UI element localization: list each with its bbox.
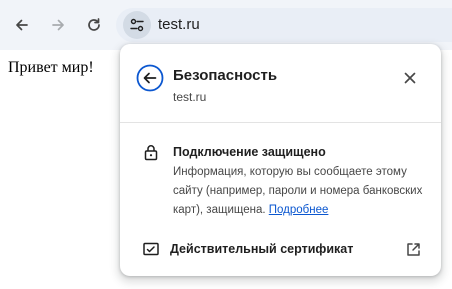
browser-toolbar: test.ru xyxy=(0,0,452,50)
back-button[interactable] xyxy=(9,12,35,38)
site-info-button[interactable] xyxy=(123,11,151,39)
popup-close-button[interactable] xyxy=(399,67,421,89)
certificate-icon xyxy=(142,240,160,258)
arrow-right-icon xyxy=(52,19,64,31)
back-circle-icon xyxy=(136,64,164,92)
reload-icon xyxy=(88,18,100,31)
lock-icon xyxy=(142,143,160,161)
open-in-new-icon[interactable] xyxy=(404,240,422,258)
popup-divider xyxy=(120,122,441,123)
forward-button[interactable] xyxy=(45,12,71,38)
url-text[interactable]: test.ru xyxy=(158,16,200,34)
popup-back-button[interactable] xyxy=(136,64,164,92)
page-heading-text: Привет мир! xyxy=(8,59,94,76)
learn-more-link[interactable]: Подробнее xyxy=(269,204,329,216)
close-icon xyxy=(404,72,416,84)
reload-button[interactable] xyxy=(81,12,107,38)
tune-icon xyxy=(130,18,144,32)
certificate-label: Действительный сертификат xyxy=(170,242,354,256)
site-info-popup: Безопасность test.ru Подключение защищен… xyxy=(120,44,441,276)
arrow-left-icon xyxy=(16,19,28,31)
connection-description: Информация, которую вы сообщаете этому с… xyxy=(173,163,423,220)
popup-title: Безопасность xyxy=(173,67,278,84)
connection-status-title: Подключение защищено xyxy=(173,145,326,159)
certificate-row[interactable]: Действительный сертификат xyxy=(120,232,441,266)
popup-subtitle: test.ru xyxy=(173,90,207,104)
